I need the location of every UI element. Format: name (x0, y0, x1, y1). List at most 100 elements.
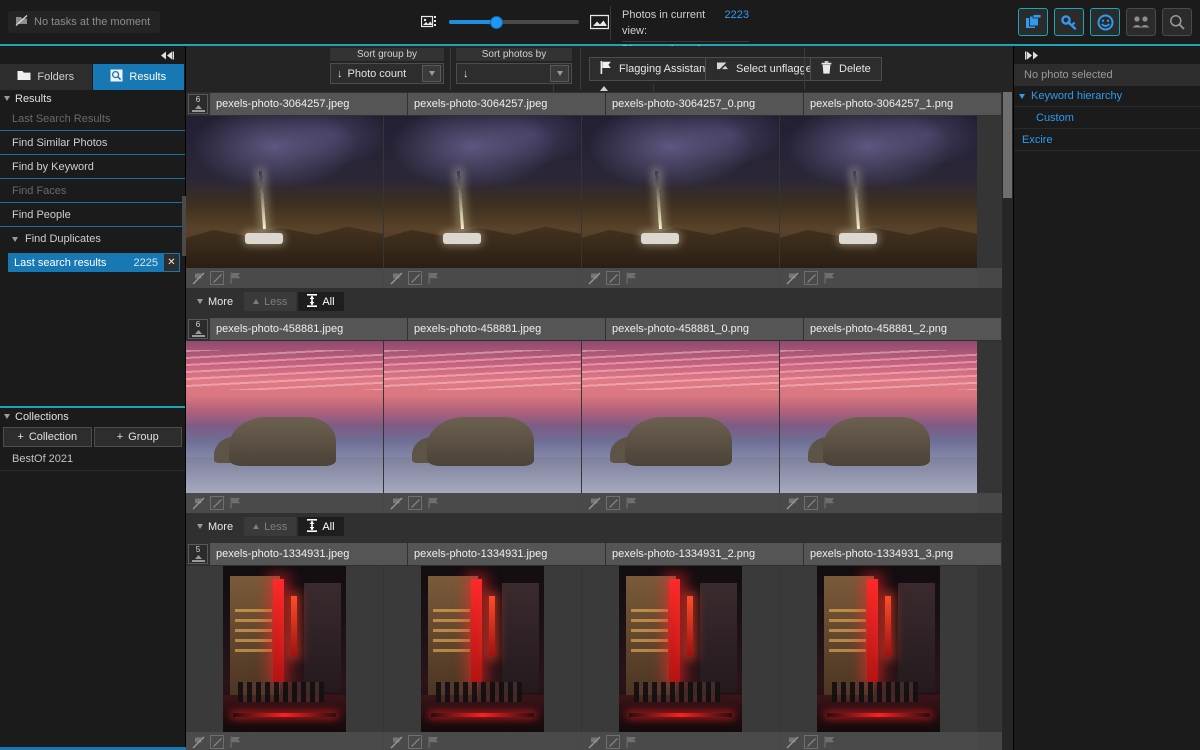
keyword-hierarchy-header[interactable]: Keyword hierarchy (1014, 86, 1200, 107)
slider-knob[interactable] (490, 16, 503, 29)
keyword-item-excire[interactable]: Excire (1014, 129, 1200, 151)
checkbox-flag-icon[interactable] (804, 271, 818, 285)
pin-off-icon[interactable] (587, 496, 601, 510)
pin-off-icon[interactable] (785, 735, 799, 749)
pin-off-icon[interactable] (785, 271, 799, 285)
unflagged-icon (715, 60, 730, 77)
checkbox-flag-icon[interactable] (606, 496, 620, 510)
less-button[interactable]: Less (244, 517, 297, 536)
photo-thumbnail[interactable] (384, 116, 581, 268)
sidebar-item-find-similar-photos[interactable]: Find Similar Photos (0, 92, 1200, 750)
sidebar-item-find-faces[interactable]: Find Faces (0, 92, 1200, 750)
delete-button[interactable]: Delete (810, 57, 882, 81)
checkbox-flag-icon[interactable] (408, 735, 422, 749)
results-tree-root[interactable]: Results (0, 90, 185, 107)
pin-off-icon[interactable] (389, 735, 403, 749)
add-collection-button[interactable]: + Collection (3, 427, 92, 447)
collection-item[interactable]: BestOf 2021 (0, 447, 185, 471)
pin-off-icon[interactable] (587, 735, 601, 749)
sidebar-item-find-duplicates[interactable]: Find Duplicates (0, 227, 185, 251)
photo-thumbnail[interactable] (780, 341, 977, 493)
search-icon[interactable] (1162, 8, 1192, 36)
checkbox-flag-icon[interactable] (408, 496, 422, 510)
face-icon[interactable] (1090, 8, 1120, 36)
flag-icon[interactable] (427, 271, 441, 285)
sidebar-selected-result[interactable]: Last search results 2225 ✕ (8, 253, 180, 272)
sidebar-item-find-people[interactable]: Find People (0, 92, 1200, 750)
key-icon[interactable] (1054, 8, 1084, 36)
flagging-assistant-button[interactable]: Flagging Assistant (589, 57, 720, 81)
photo-thumbnail[interactable] (582, 116, 779, 268)
thumbnail-size-slider[interactable] (449, 14, 579, 30)
pin-off-icon[interactable] (191, 735, 205, 749)
pin-off-icon[interactable] (389, 496, 403, 510)
photo-thumbnail[interactable] (186, 341, 383, 493)
more-button[interactable]: More (188, 292, 242, 311)
flag-icon[interactable] (229, 496, 243, 510)
chevron-down-icon[interactable] (422, 65, 441, 82)
sidebar-item-find-by-keyword[interactable]: Find by Keyword (0, 92, 1200, 750)
close-icon[interactable]: ✕ (164, 254, 179, 271)
scrollbar-thumb[interactable] (1003, 92, 1012, 198)
pin-off-icon[interactable] (191, 496, 205, 510)
flag-icon[interactable] (823, 735, 837, 749)
duplicates-icon[interactable] (1018, 8, 1048, 36)
pin-off-icon[interactable] (191, 271, 205, 285)
center-scrollbar[interactable] (1002, 92, 1013, 750)
keyword-item-custom[interactable]: Custom (1014, 107, 1200, 129)
photo-thumbnail[interactable] (582, 566, 779, 732)
photo-thumbnail[interactable] (582, 341, 779, 493)
checkbox-flag-icon[interactable] (210, 735, 224, 749)
photo-large-icon[interactable] (588, 12, 610, 32)
checkbox-flag-icon[interactable] (408, 271, 422, 285)
photo-filename: pexels-photo-458881.jpeg (408, 318, 605, 340)
flag-icon[interactable] (229, 271, 243, 285)
less-button[interactable]: Less (244, 292, 297, 311)
all-button[interactable]: All (298, 517, 344, 536)
photo-thumbnail[interactable] (384, 341, 581, 493)
task-status-text: No tasks at the moment (34, 16, 151, 28)
checkbox-flag-icon[interactable] (606, 271, 620, 285)
arrow-down-icon[interactable]: ↓ (337, 68, 343, 80)
pin-off-icon[interactable] (587, 271, 601, 285)
search-icon (110, 69, 123, 85)
collapse-right-icon[interactable] (1014, 46, 1200, 64)
flag-icon[interactable] (823, 271, 837, 285)
flag-icon[interactable] (427, 735, 441, 749)
tab-folders[interactable]: Folders (0, 64, 93, 90)
arrow-down-icon[interactable]: ↓ (463, 68, 469, 80)
photo-thumbnail[interactable] (780, 566, 977, 732)
flag-icon[interactable] (427, 496, 441, 510)
photo-thumbnail[interactable] (186, 566, 383, 732)
checkbox-flag-icon[interactable] (804, 735, 818, 749)
all-button[interactable]: All (298, 292, 344, 311)
collections-header[interactable]: Collections (0, 406, 185, 425)
flag-icon[interactable] (625, 496, 639, 510)
tab-results[interactable]: Results (92, 64, 185, 90)
toolbar-collapse-button[interactable] (554, 84, 654, 92)
chevron-down-icon[interactable] (550, 65, 569, 82)
flag-icon[interactable] (229, 735, 243, 749)
pin-off-icon[interactable] (785, 496, 799, 510)
more-button[interactable]: More (188, 517, 242, 536)
photo-filename: pexels-photo-458881_0.png (606, 318, 803, 340)
pin-off-icon[interactable] (389, 271, 403, 285)
sort-photos-by-combo[interactable]: ↓ (456, 63, 572, 84)
checkbox-flag-icon[interactable] (210, 271, 224, 285)
add-group-button[interactable]: + Group (93, 427, 182, 447)
people-icon[interactable] (1126, 8, 1156, 36)
photo-groups-scroller[interactable]: 6 pexels-photo-3064257.jpeg pexels-photo… (186, 92, 1013, 750)
flag-icon[interactable] (625, 735, 639, 749)
checkbox-flag-icon[interactable] (804, 496, 818, 510)
checkbox-flag-icon[interactable] (210, 496, 224, 510)
flag-icon[interactable] (823, 496, 837, 510)
sort-group-by-combo[interactable]: ↓ Photo count (330, 63, 444, 84)
checkbox-flag-icon[interactable] (606, 735, 620, 749)
collapse-left-icon[interactable] (0, 46, 185, 64)
photo-thumbnail[interactable] (186, 116, 383, 268)
photo-thumbnail[interactable] (780, 116, 977, 268)
sidebar-item-last-search-results[interactable]: Last Search Results (0, 92, 1200, 750)
filmstrip-small-icon[interactable] (418, 12, 440, 32)
photo-thumbnail[interactable] (384, 566, 581, 732)
flag-icon[interactable] (625, 271, 639, 285)
